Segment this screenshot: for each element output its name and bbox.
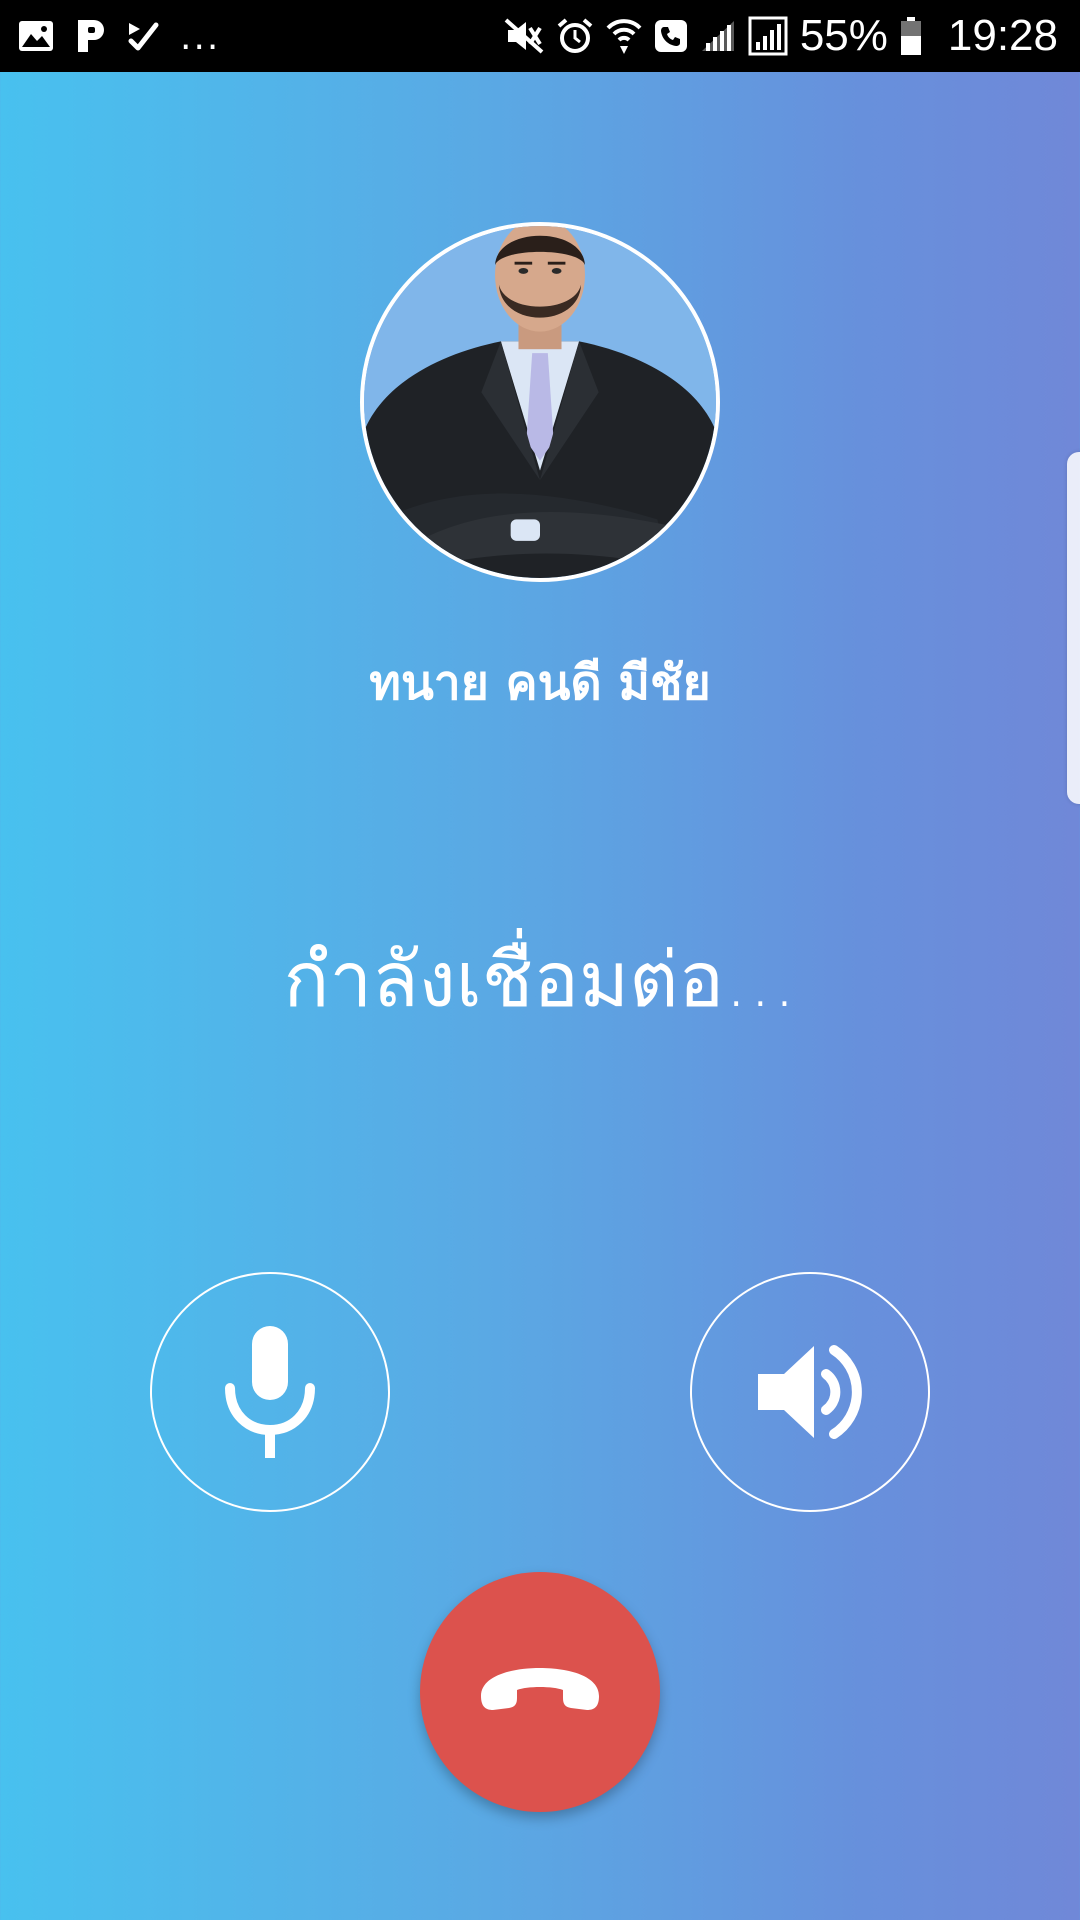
caller-avatar — [360, 222, 720, 582]
microphone-icon — [225, 1326, 315, 1458]
overflow-notifications: ... — [180, 17, 221, 58]
speaker-icon — [758, 1345, 862, 1439]
signal-icon — [700, 19, 736, 53]
speaker-button[interactable] — [690, 1272, 930, 1512]
status-bar: ... 55% 19:28 — [0, 0, 1080, 72]
gallery-icon — [18, 20, 54, 52]
signal-sim2-icon — [748, 16, 788, 56]
wifi-call-icon — [606, 16, 642, 56]
phone-call-icon — [654, 19, 688, 53]
call-status: กำลังเชื่อมต่อ... — [283, 935, 797, 1024]
edge-panel-handle[interactable] — [1067, 452, 1080, 804]
p-app-icon — [74, 18, 106, 54]
caller-name: ทนาย คนดี มีชัย — [369, 655, 711, 711]
mute-vibrate-icon — [504, 18, 544, 54]
clock: 19:28 — [947, 11, 1058, 60]
check-app-icon — [126, 19, 160, 53]
mute-button[interactable] — [150, 1272, 390, 1512]
battery-icon — [900, 16, 922, 56]
businessman-photo — [364, 226, 716, 578]
status-bar-left: ... — [18, 0, 220, 72]
alarm-icon — [556, 17, 594, 55]
hang-up-icon — [481, 1668, 599, 1710]
battery-percent: 55% — [799, 11, 888, 60]
status-bar-right: 55% 19:28 — [504, 0, 1058, 72]
end-call-button[interactable] — [420, 1572, 660, 1812]
